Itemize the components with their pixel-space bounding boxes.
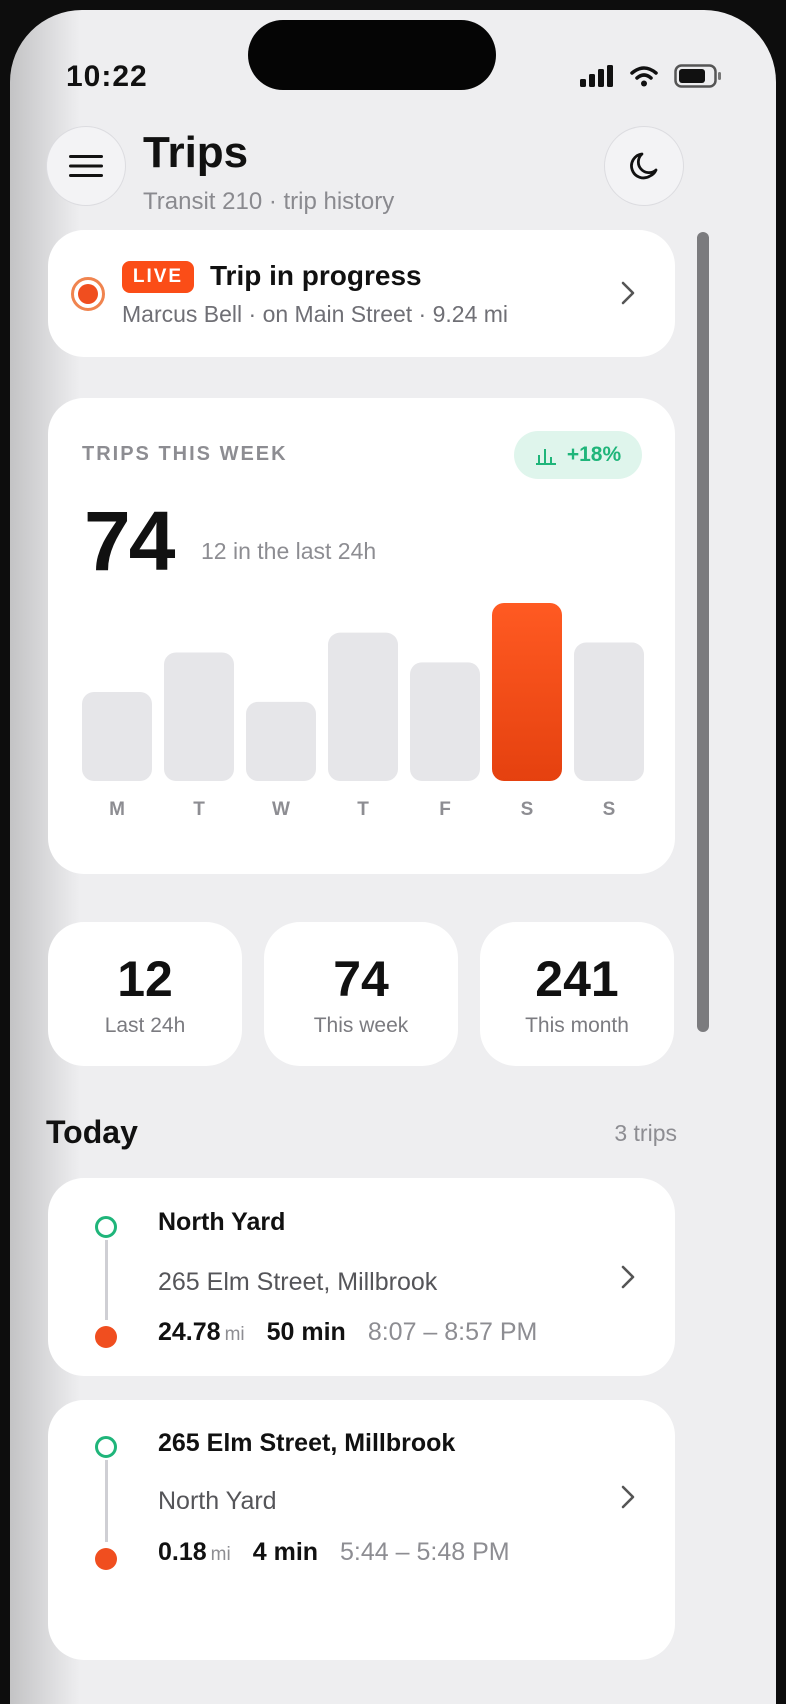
dynamic-island bbox=[248, 20, 496, 90]
bar-label-4: F bbox=[439, 799, 451, 820]
weekly-total: 74 bbox=[84, 494, 175, 588]
menu-button[interactable] bbox=[46, 126, 126, 206]
trip-metrics: 24.78 mi 50 min 8:07 – 8:57 PM bbox=[158, 1318, 537, 1347]
stat-card-last-24h: 12 Last 24h bbox=[48, 922, 242, 1066]
status-time: 10:22 bbox=[66, 60, 148, 93]
trip-time-range: 8:07 – 8:57 PM bbox=[367, 1318, 538, 1346]
weekly-total-sub: 12 in the last 24h bbox=[201, 538, 377, 564]
bar-label-6: S bbox=[603, 799, 616, 820]
trip-destination: 265 Elm Street, Millbrook bbox=[158, 1268, 438, 1296]
scrollbar[interactable] bbox=[697, 232, 709, 1032]
live-indicator-icon bbox=[71, 277, 105, 311]
bar-2 bbox=[246, 701, 316, 781]
page-subtitle: Transit 210 · trip history bbox=[143, 188, 395, 215]
end-marker-icon bbox=[95, 1548, 117, 1570]
bar-0 bbox=[82, 692, 152, 781]
trip-card[interactable]: 265 Elm Street, Millbrook North Yard 0.1… bbox=[48, 1400, 675, 1660]
moon-icon bbox=[630, 152, 658, 180]
chevron-right-icon bbox=[621, 281, 635, 305]
stat-label: This month bbox=[525, 1014, 629, 1037]
stat-value: 241 bbox=[535, 951, 619, 1007]
menu-icon bbox=[69, 155, 103, 177]
weekly-bar-chart: MTWTFSS bbox=[82, 603, 644, 820]
start-marker-icon bbox=[95, 1216, 117, 1238]
trip-origin: 265 Elm Street, Millbrook bbox=[158, 1429, 456, 1457]
stat-card-this-month: 241 This month bbox=[480, 922, 674, 1066]
page-title: Trips bbox=[143, 128, 249, 177]
chevron-right-icon bbox=[621, 1485, 635, 1509]
section-title-today: Today bbox=[46, 1114, 138, 1150]
trip-distance: 24.78 bbox=[158, 1318, 221, 1346]
phone-frame: 10:22 Trips Transit 210 · trip history L… bbox=[0, 0, 786, 1704]
trip-distance-unit: mi bbox=[224, 1324, 245, 1345]
trip-card[interactable]: North Yard 265 Elm Street, Millbrook 24.… bbox=[48, 1178, 675, 1376]
trip-origin: North Yard bbox=[158, 1208, 286, 1236]
live-trip-card[interactable]: LIVE Trip in progress Marcus Bell · on M… bbox=[48, 230, 675, 357]
trip-metrics: 0.18 mi 4 min 5:44 – 5:48 PM bbox=[158, 1538, 510, 1567]
stat-label: This week bbox=[313, 1014, 409, 1037]
trip-duration: 50 min bbox=[266, 1318, 346, 1346]
screen: 10:22 Trips Transit 210 · trip history L… bbox=[10, 10, 776, 1704]
bar-label-3: T bbox=[357, 799, 369, 820]
theme-toggle-button[interactable] bbox=[604, 126, 684, 206]
start-marker-icon bbox=[95, 1436, 117, 1458]
live-badge: LIVE bbox=[122, 261, 194, 293]
trip-time-range: 5:44 – 5:48 PM bbox=[340, 1538, 510, 1566]
trip-distance-unit: mi bbox=[210, 1544, 231, 1565]
bar-label-0: M bbox=[109, 799, 125, 820]
bar-5 bbox=[492, 603, 562, 781]
bar-6 bbox=[574, 642, 644, 781]
bar-4 bbox=[410, 662, 480, 781]
bar-label-5: S bbox=[521, 799, 534, 820]
bar-label-1: T bbox=[193, 799, 205, 820]
weekly-chart-card: TRIPS THIS WEEK +18% 74 12 in the last 2… bbox=[48, 398, 675, 874]
battery-icon bbox=[674, 64, 721, 88]
trip-duration: 4 min bbox=[252, 1538, 319, 1566]
wifi-icon bbox=[630, 66, 658, 87]
bar-3 bbox=[328, 632, 398, 781]
end-marker-icon bbox=[95, 1326, 117, 1348]
today-trip-count: 3 trips bbox=[614, 1120, 677, 1146]
stat-value: 74 bbox=[333, 951, 389, 1007]
bar-chart-icon bbox=[535, 449, 556, 465]
stat-value: 12 bbox=[117, 951, 173, 1007]
trend-badge: +18% bbox=[514, 431, 642, 479]
trip-destination: North Yard bbox=[158, 1487, 277, 1515]
live-trip-detail: Marcus Bell · on Main Street · 9.24 mi bbox=[122, 301, 509, 327]
trip-distance: 0.18 bbox=[158, 1538, 207, 1566]
live-trip-title: Trip in progress bbox=[210, 260, 422, 291]
stat-label: Last 24h bbox=[104, 1014, 186, 1037]
trend-value: +18% bbox=[566, 443, 622, 466]
chevron-right-icon bbox=[621, 1265, 635, 1289]
bar-1 bbox=[164, 652, 234, 781]
cellular-signal-icon bbox=[580, 65, 613, 87]
stat-card-this-week: 74 This week bbox=[264, 922, 458, 1066]
bar-label-2: W bbox=[272, 799, 290, 820]
weekly-label: TRIPS THIS WEEK bbox=[82, 443, 288, 465]
